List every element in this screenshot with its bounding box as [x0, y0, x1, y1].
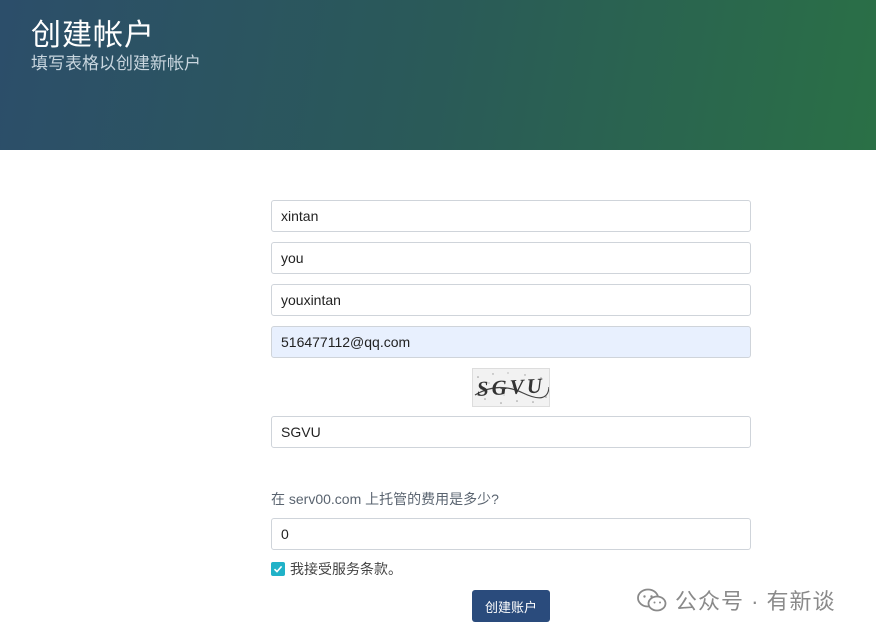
watermark: 公众号 · 有新谈: [637, 585, 836, 615]
wechat-icon: [637, 588, 667, 612]
watermark-text: 公众号 · 有新谈: [675, 589, 836, 614]
captcha-text: SGVU: [476, 373, 545, 401]
captcha-input[interactable]: SGVU: [271, 416, 751, 448]
security-question-label: 在 serv00.com 上托管的费用是多少?: [271, 491, 499, 507]
page-title: 创建帐户: [31, 19, 155, 52]
terms-label[interactable]: 我接受服务条款。: [290, 559, 402, 579]
captcha-image[interactable]: SGVU: [472, 368, 550, 407]
last-name-input[interactable]: you: [271, 242, 751, 274]
create-account-button[interactable]: 创建账户: [472, 590, 550, 622]
terms-checkbox[interactable]: [271, 562, 285, 576]
page-header: 创建帐户 填写表格以创建新帐户: [0, 0, 876, 150]
first-name-input[interactable]: xintan: [271, 200, 751, 232]
page-subtitle: 填写表格以创建新帐户: [31, 54, 201, 73]
terms-row: 我接受服务条款。: [271, 560, 402, 578]
security-answer-input[interactable]: 0: [271, 518, 751, 550]
check-icon: [273, 565, 283, 573]
email-input[interactable]: 516477112@qq.com: [271, 326, 751, 358]
username-input[interactable]: youxintan: [271, 284, 751, 316]
